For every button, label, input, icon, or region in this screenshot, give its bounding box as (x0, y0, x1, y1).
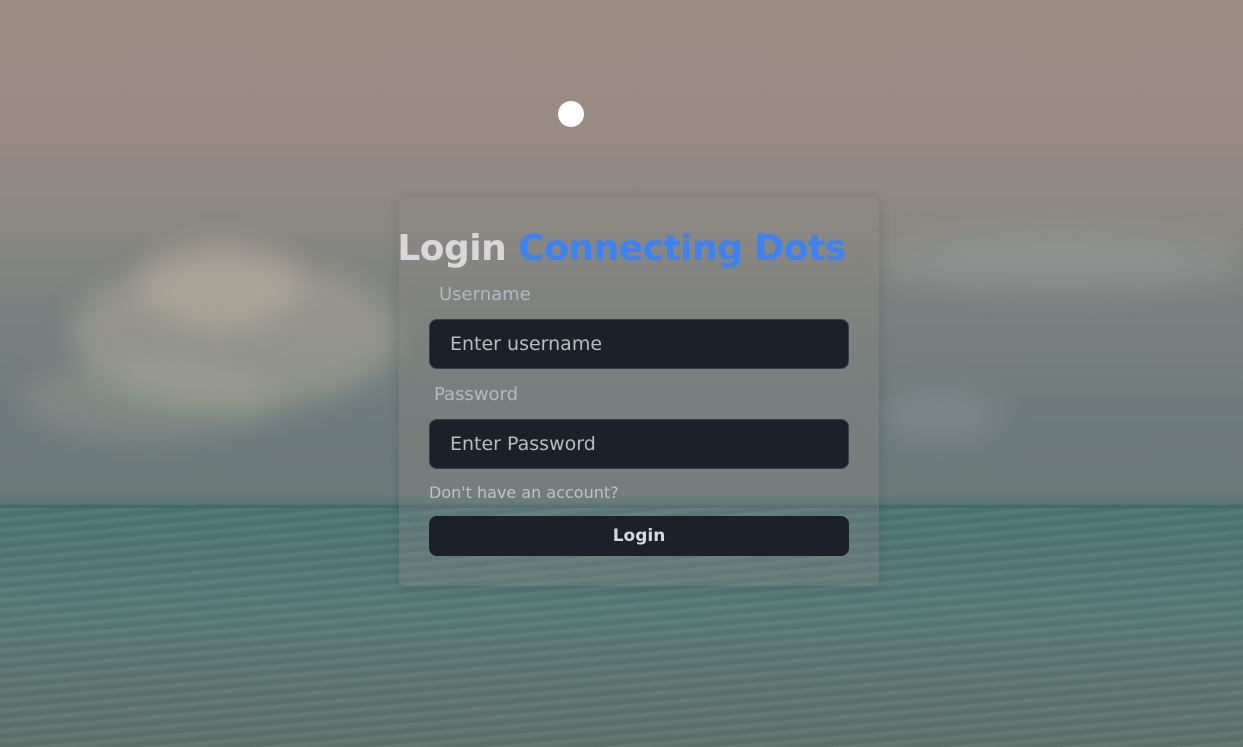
login-button[interactable]: Login (429, 516, 849, 556)
password-label: Password (434, 384, 519, 405)
brand-name: Connecting Dots (518, 228, 846, 269)
title-prefix: Login (397, 228, 507, 269)
page-title: Login Connecting Dots (0, 225, 1243, 273)
username-label: Username (439, 284, 531, 305)
cloud-shape (880, 390, 1000, 440)
username-input[interactable] (429, 319, 849, 369)
signup-link[interactable]: Don't have an account? (429, 482, 619, 504)
logo-dot (558, 101, 584, 127)
cloud-shape (20, 360, 280, 440)
password-input[interactable] (429, 419, 849, 469)
